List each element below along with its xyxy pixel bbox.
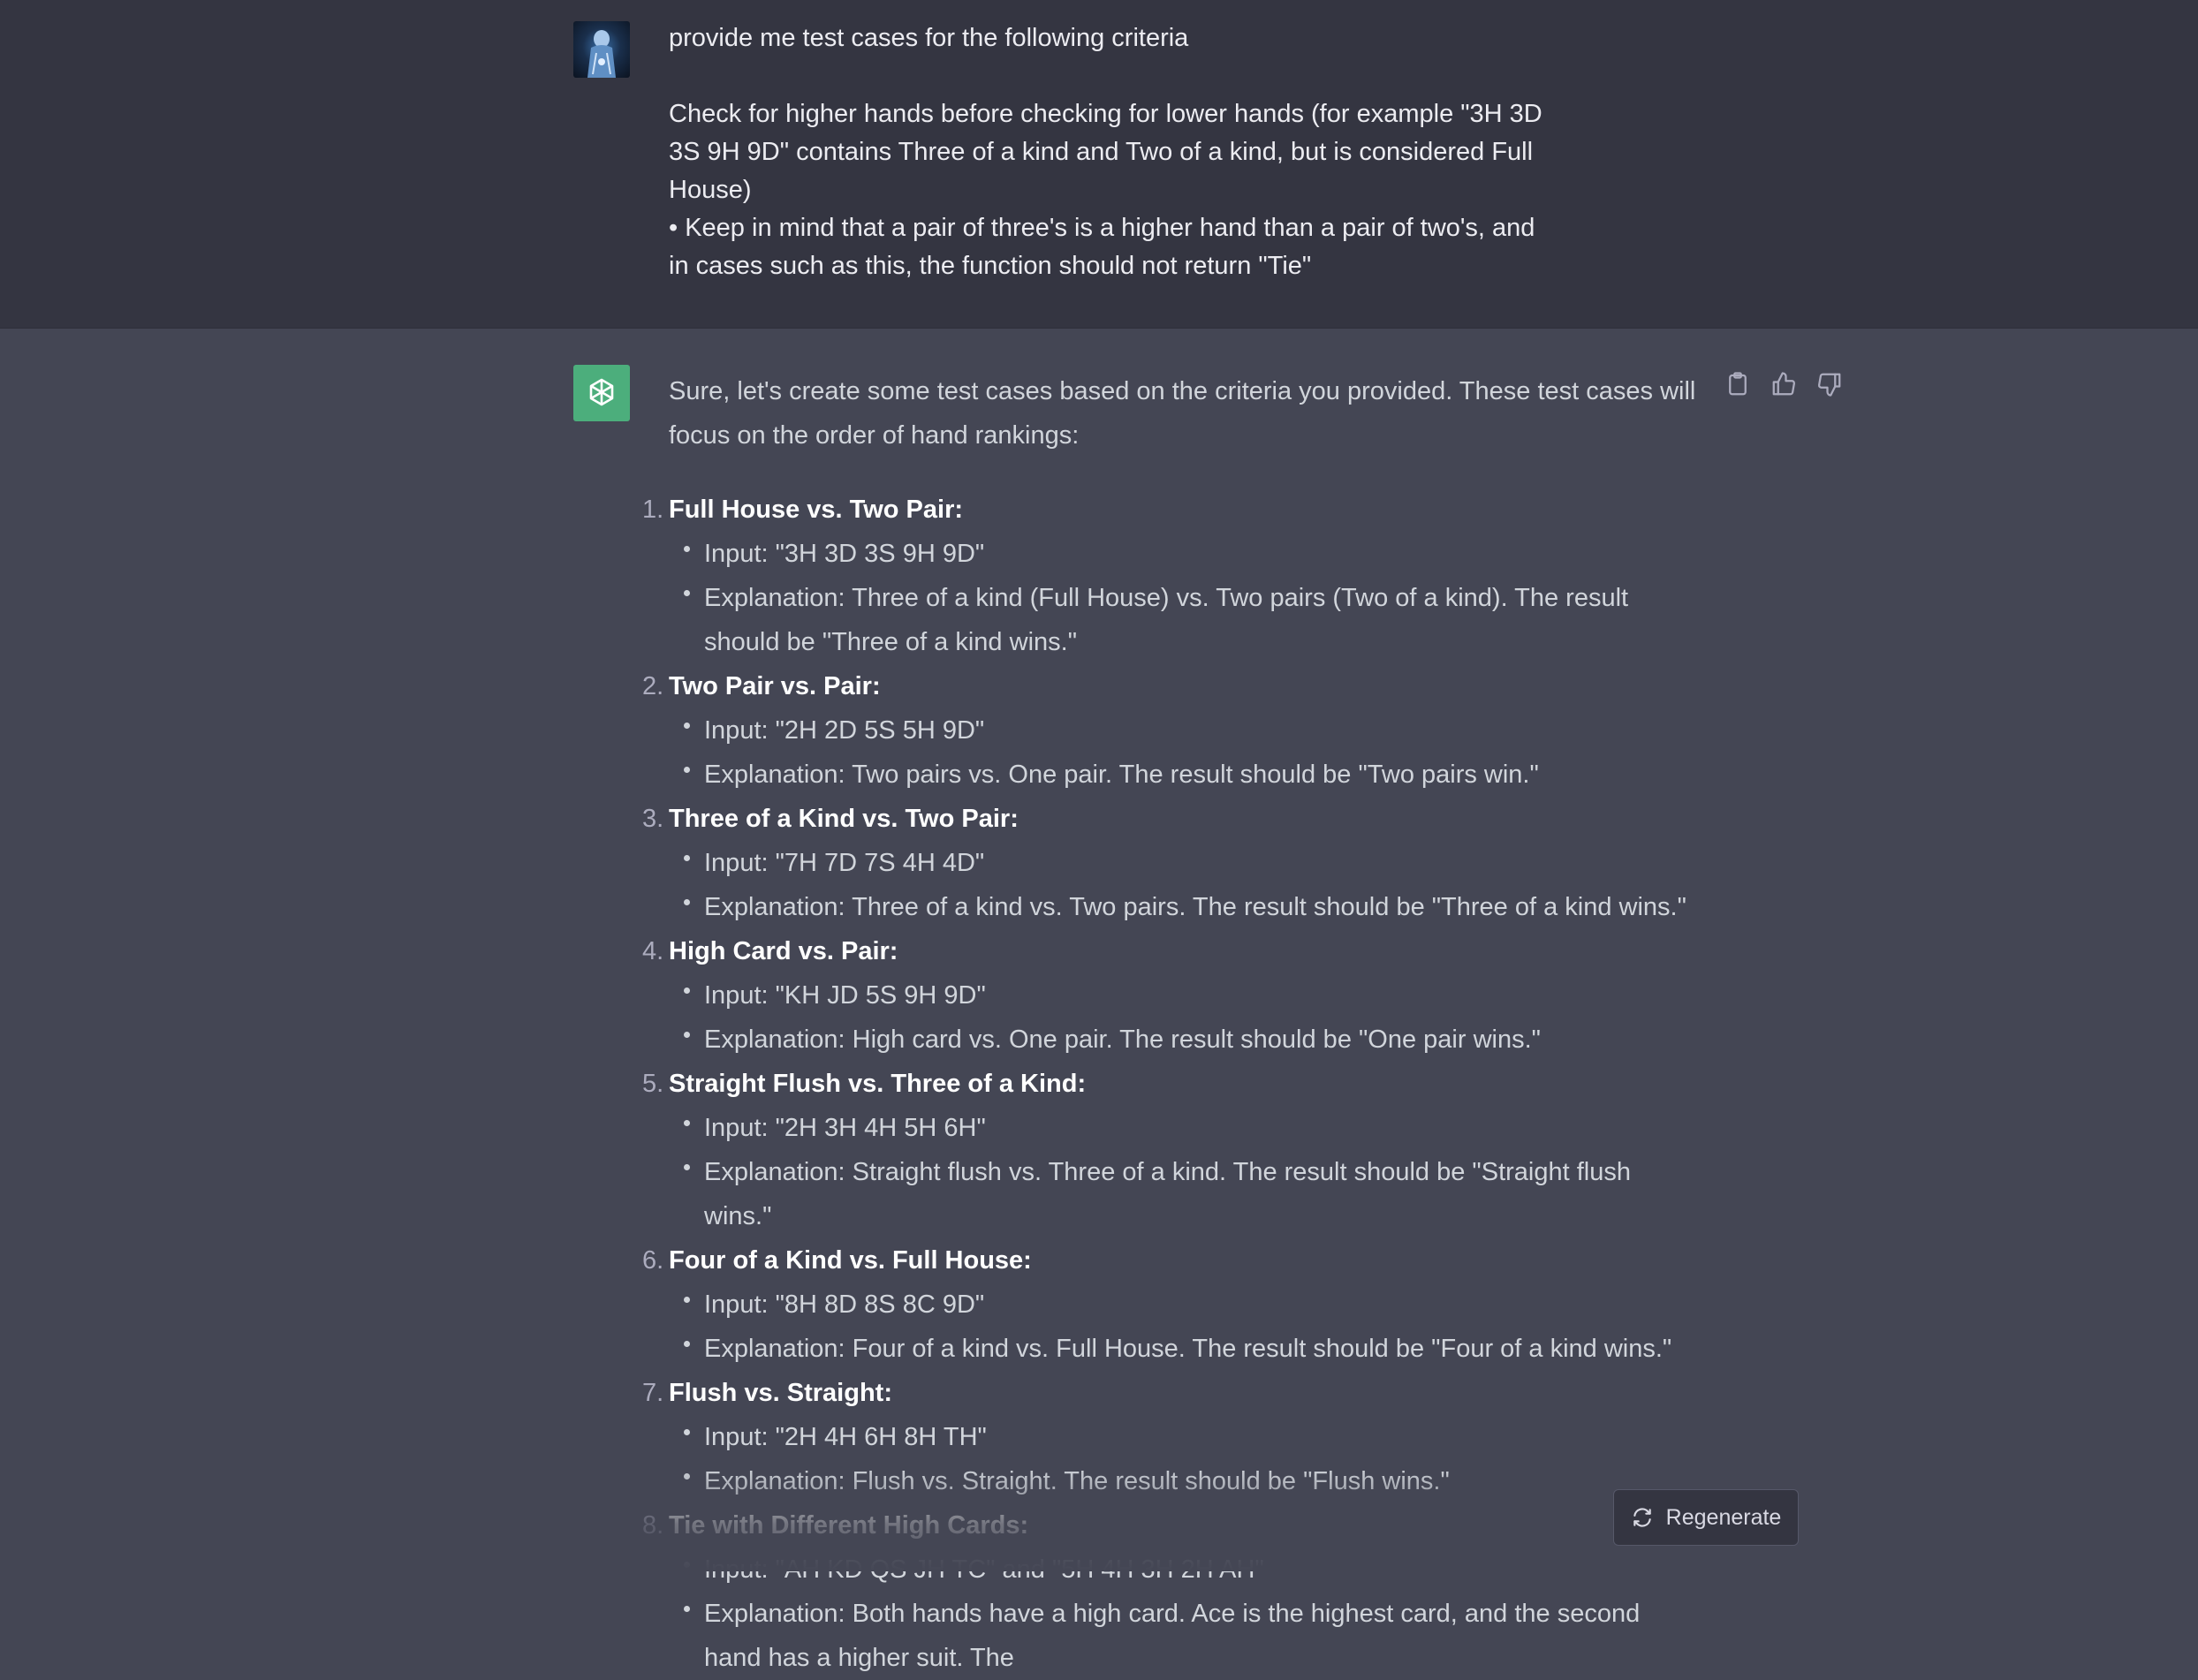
test-case-explanation: Explanation: Three of a kind (Full House… [684, 576, 1702, 664]
user-avatar-image [587, 30, 616, 78]
test-case-details: Input: "2H 3H 4H 5H 6H" Explanation: Str… [669, 1106, 1702, 1238]
assistant-avatar [573, 365, 630, 421]
test-case-title: Four of a Kind vs. Full House: [669, 1246, 1032, 1275]
test-case-details: Input: "2H 4H 6H 8H TH" Explanation: Flu… [669, 1415, 1702, 1503]
test-case-title: Two Pair vs. Pair: [669, 672, 881, 700]
thumbs-up-icon[interactable] [1770, 371, 1797, 397]
test-case-item: 2. Two Pair vs. Pair: Input: "2H 2D 5S 5… [642, 664, 1702, 797]
test-case-item: 3. Three of a Kind vs. Two Pair: Input: … [642, 797, 1702, 929]
test-case-explanation: Explanation: Three of a kind vs. Two pai… [684, 885, 1702, 929]
regenerate-label: Regenerate [1665, 1504, 1782, 1530]
clipboard-icon[interactable] [1724, 371, 1751, 397]
user-message-para2: • Keep in mind that a pair of three's is… [669, 214, 1542, 280]
test-case-input: Input: "7H 7D 7S 4H 4D" [684, 841, 1702, 885]
test-case-number: 2. [642, 672, 664, 700]
test-case-item: 6. Four of a Kind vs. Full House: Input:… [642, 1238, 1702, 1371]
user-message-line1: provide me test cases for the following … [669, 24, 1189, 52]
thumbs-down-icon[interactable] [1816, 371, 1843, 397]
test-case-number: 8. [642, 1511, 664, 1540]
test-case-title: Straight Flush vs. Three of a Kind: [669, 1070, 1087, 1098]
regenerate-button[interactable]: Regenerate [1613, 1489, 1799, 1546]
test-case-input: Input: "2H 4H 6H 8H TH" [684, 1415, 1702, 1459]
test-case-details: Input: "7H 7D 7S 4H 4D" Explanation: Thr… [669, 841, 1702, 929]
test-case-input: Input: "2H 3H 4H 5H 6H" [684, 1106, 1702, 1150]
test-case-number: 3. [642, 805, 664, 833]
message-actions [1724, 371, 1843, 397]
test-case-number: 6. [642, 1246, 664, 1275]
assistant-intro: Sure, let's create some test cases based… [669, 377, 1696, 450]
test-case-item: 4. High Card vs. Pair: Input: "KH JD 5S … [642, 929, 1702, 1062]
test-case-explanation: Explanation: Both hands have a high card… [684, 1592, 1702, 1680]
test-case-item: 7. Flush vs. Straight: Input: "2H 4H 6H … [642, 1371, 1702, 1503]
user-message-row: provide me test cases for the following … [0, 0, 2198, 329]
test-case-explanation: Explanation: Flush vs. Straight. The res… [684, 1459, 1702, 1503]
test-case-explanation: Explanation: High card vs. One pair. The… [684, 1018, 1702, 1062]
test-case-input: Input: "2H 2D 5S 5H 9D" [684, 708, 1702, 753]
assistant-message-text: Sure, let's create some test cases based… [642, 369, 1702, 1680]
test-case-number: 7. [642, 1379, 664, 1407]
user-message-text: provide me test cases for the following … [669, 19, 1552, 285]
test-case-item: 1. Full House vs. Two Pair: Input: "3H 3… [642, 488, 1702, 664]
openai-logo-icon [589, 378, 614, 406]
test-case-list: 1. Full House vs. Two Pair: Input: "3H 3… [642, 488, 1702, 1680]
test-case-details: Input: "3H 3D 3S 9H 9D" Explanation: Thr… [669, 532, 1702, 664]
test-case-number: 5. [642, 1070, 664, 1098]
test-case-details: Input: "KH JD 5S 9H 9D" Explanation: Hig… [669, 973, 1702, 1062]
test-case-title: Three of a Kind vs. Two Pair: [669, 805, 1019, 833]
test-case-input: Input: "3H 3D 3S 9H 9D" [684, 532, 1702, 576]
test-case-title: Tie with Different High Cards: [669, 1511, 1029, 1540]
test-case-explanation: Explanation: Four of a kind vs. Full Hou… [684, 1327, 1702, 1371]
test-case-item: 8. Tie with Different High Cards: Input:… [642, 1503, 1702, 1680]
test-case-number: 1. [642, 496, 664, 524]
test-case-title: Flush vs. Straight: [669, 1379, 892, 1407]
test-case-details: Input: "2H 2D 5S 5H 9D" Explanation: Two… [669, 708, 1702, 797]
user-avatar [573, 21, 630, 78]
test-case-input: Input: "KH JD 5S 9H 9D" [684, 973, 1702, 1018]
refresh-icon [1633, 1508, 1651, 1527]
test-case-item: 5. Straight Flush vs. Three of a Kind: I… [642, 1062, 1702, 1238]
test-case-title: Full House vs. Two Pair: [669, 496, 964, 524]
test-case-details: Input: "8H 8D 8S 8C 9D" Explanation: Fou… [669, 1283, 1702, 1371]
test-case-input: Input: "8H 8D 8S 8C 9D" [684, 1283, 1702, 1327]
test-case-explanation: Explanation: Two pairs vs. One pair. The… [684, 753, 1702, 797]
test-case-explanation: Explanation: Straight flush vs. Three of… [684, 1150, 1702, 1238]
test-case-details: Input: "AH KD QS JH TC" and "5H 4H 3H 2H… [669, 1548, 1702, 1680]
test-case-number: 4. [642, 937, 664, 965]
test-case-input: Input: "AH KD QS JH TC" and "5H 4H 3H 2H… [684, 1548, 1702, 1592]
user-message-para1: Check for higher hands before checking f… [669, 100, 1550, 204]
test-case-title: High Card vs. Pair: [669, 937, 898, 965]
